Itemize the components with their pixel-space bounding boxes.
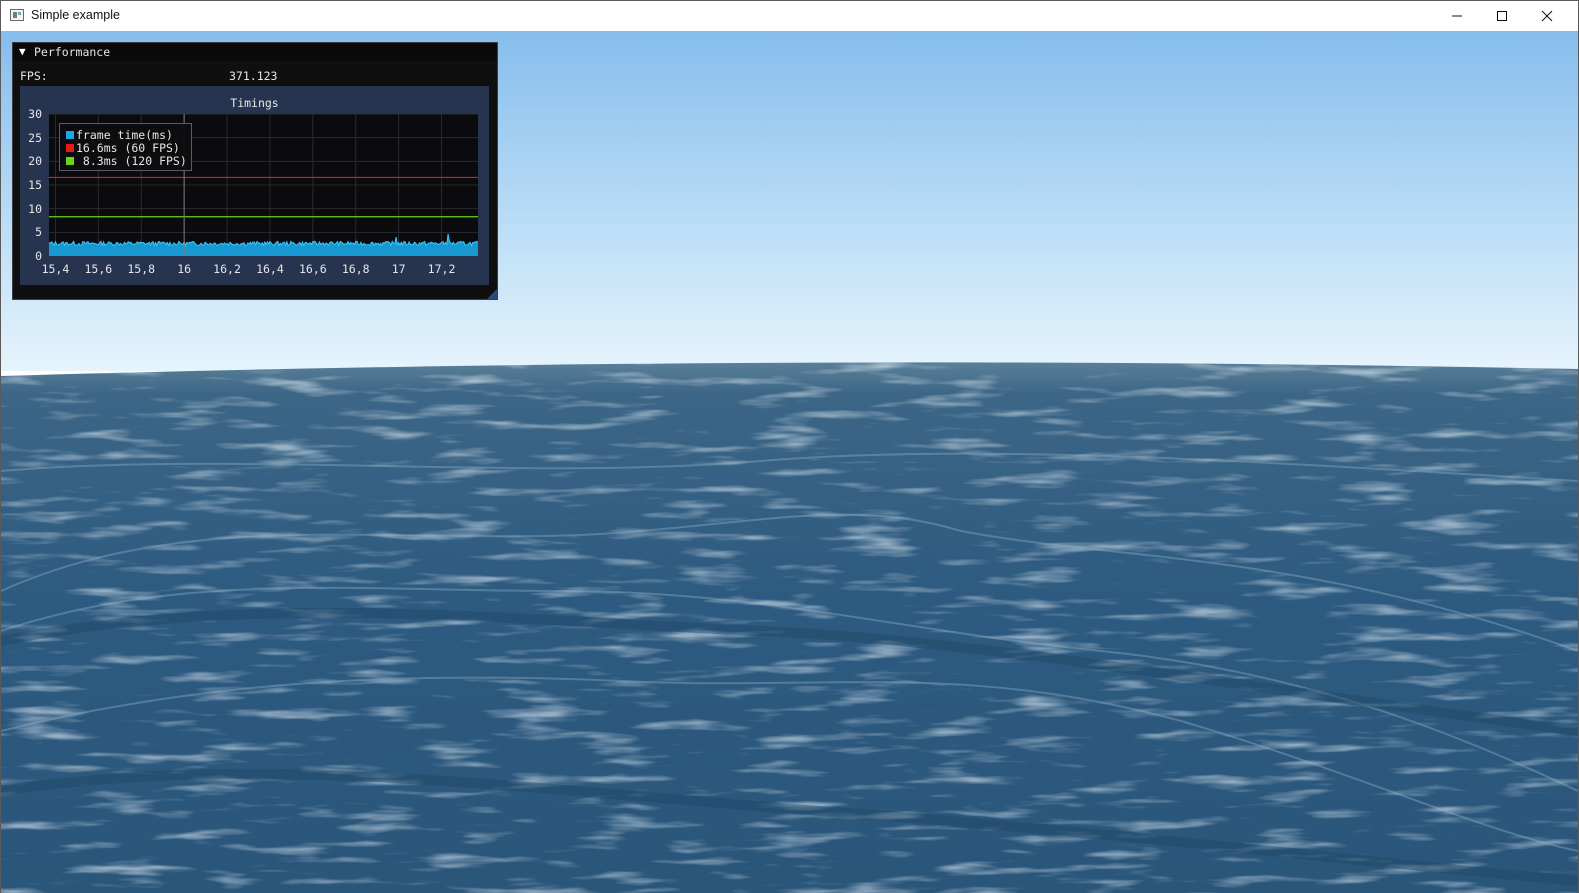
x-tick-label: 15,8: [127, 262, 156, 276]
fps-value: 371.123: [229, 69, 278, 83]
panel-title: Performance: [34, 45, 111, 59]
legend-label: frame time(ms): [76, 128, 173, 142]
frame-time-line: [49, 233, 478, 248]
y-tick-label: 20: [28, 154, 42, 169]
legend-swatch: [66, 131, 74, 139]
legend-swatch: [66, 157, 74, 165]
x-tick-label: 16,2: [213, 262, 241, 276]
y-tick-label: 10: [28, 201, 42, 216]
performance-panel[interactable]: ▼ Performance FPS: 371.123 Timings 30 25 2…: [12, 42, 498, 300]
fps-label: FPS:: [20, 69, 48, 83]
plot-legend: frame time(ms) 16.6ms (60 FPS) 8.3ms (12…: [59, 123, 192, 171]
x-tick-label: 15,4: [41, 262, 70, 276]
y-tick-label: 25: [28, 130, 42, 145]
x-tick-label: 16,6: [298, 262, 327, 276]
x-tick-label: 15,6: [84, 262, 113, 276]
maximize-icon: [1496, 11, 1507, 21]
minimize-icon: [1451, 15, 1462, 17]
x-tick-label: 16,8: [341, 262, 370, 276]
x-tick-label: 16: [177, 262, 192, 276]
minimize-button[interactable]: [1434, 1, 1479, 31]
title-bar[interactable]: Simple example: [1, 1, 1578, 31]
ocean-scene-viewport[interactable]: ▼ Performance FPS: 371.123 Timings 30 25 2…: [1, 31, 1578, 893]
triangle-down-icon[interactable]: ▼: [19, 45, 26, 58]
y-tick-label: 0: [35, 249, 42, 263]
close-button[interactable]: [1524, 1, 1569, 31]
maximize-button[interactable]: [1479, 1, 1524, 31]
app-window: Simple example ▼ Performance FPS: 371.12…: [0, 0, 1579, 893]
y-tick-label: 30: [28, 107, 42, 121]
y-tick-label: 5: [35, 225, 42, 240]
x-tick-label: 17: [391, 262, 406, 276]
legend-swatch: [66, 144, 74, 152]
app-window-icon: [10, 9, 24, 21]
resize-grip[interactable]: [487, 289, 497, 299]
y-tick-label: 15: [28, 178, 42, 192]
legend-item-120fps[interactable]: 8.3ms (120 FPS): [66, 155, 187, 168]
window-title: Simple example: [31, 8, 120, 22]
x-tick-label: 16,4: [256, 262, 284, 276]
timings-plot[interactable]: Timings 30 25 20 15 10 5 0 15,4 15,6 15,8 16 16,2 1…: [20, 86, 489, 285]
x-tick-label: 17,2: [427, 262, 456, 276]
panel-header[interactable]: ▼ Performance: [13, 43, 497, 61]
legend-label: 16.6ms (60 FPS): [76, 141, 180, 155]
plot-title: Timings: [230, 96, 279, 110]
close-icon: [1541, 10, 1552, 22]
legend-label: 8.3ms (120 FPS): [76, 154, 187, 168]
